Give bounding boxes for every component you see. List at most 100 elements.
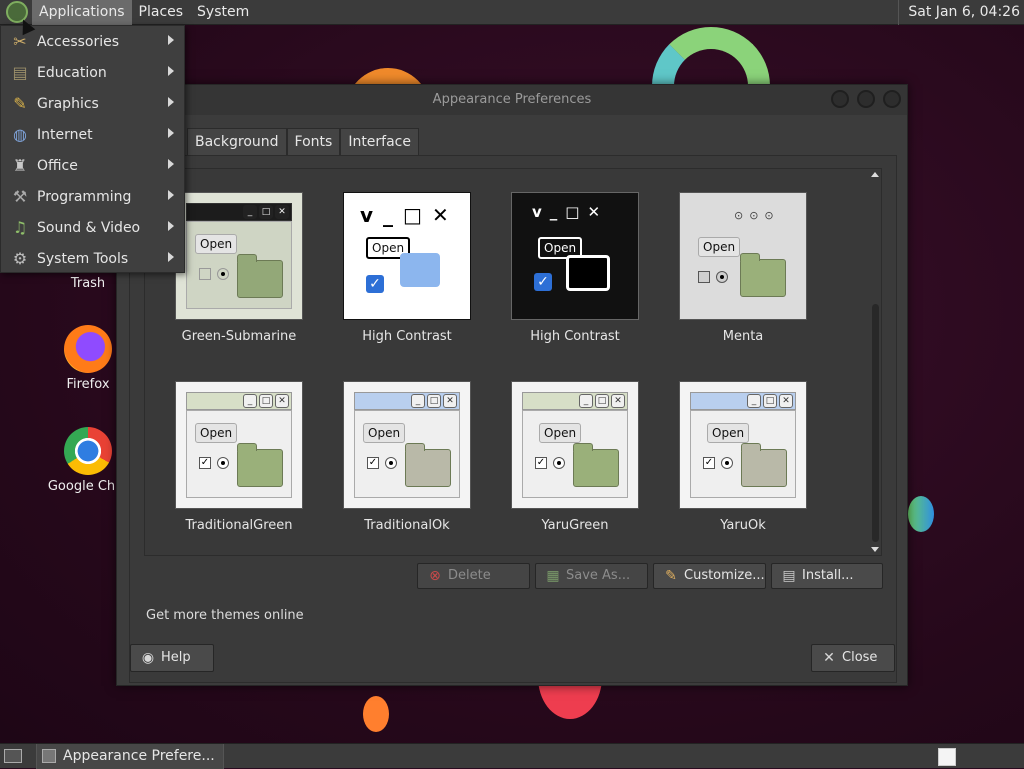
thumb-minimize-icon: _ [579,394,593,408]
minimize-button[interactable] [831,90,849,108]
thumb-radio-icon [553,457,565,469]
menu-item-label: Education [37,64,107,81]
save-as-label: Save As... [566,568,631,583]
theme-thumbnail: _ □ ✕ Open ✓ [343,381,471,509]
chrome-icon [64,427,112,475]
thumb-minimize-icon: _ [411,394,425,408]
theme-yaru-ok[interactable]: _ □ ✕ Open ✓ YaruOk [663,381,823,533]
theme-list[interactable]: _ □ ✕ Open Green-Submarine v_□✕ Open ✓ H… [144,168,882,556]
close-button[interactable]: ✕ Close [811,644,895,672]
thumb-titlebar: _ □ ✕ [186,203,292,221]
scroll-down-arrow-icon[interactable] [871,547,879,552]
taskbar-item-appearance-preferences[interactable]: Appearance Prefere... [36,744,224,769]
close-icon: ✕ [823,650,835,666]
thumb-open-button: Open [698,237,741,257]
save-as-button[interactable]: ▦ Save As... [535,563,648,589]
theme-menta[interactable]: ⊙⊙⊙ Open Menta [663,192,823,344]
thumb-checkbox-icon: ✓ [199,457,211,469]
theme-thumbnail: v_□✕ Open ✓ [511,192,639,320]
theme-high-contrast[interactable]: v_□✕ Open ✓ High Contrast [327,192,487,344]
programming-icon: ⚒ [12,187,28,206]
folder-icon [740,253,786,297]
office-icon: ♜ [12,156,28,175]
thumb-radio-icon [721,457,733,469]
thumb-radio-icon [385,457,397,469]
dialog-titlebar[interactable]: Appearance Preferences [117,85,907,115]
tab-background[interactable]: Background [187,128,287,155]
workspace-switcher[interactable] [938,748,956,766]
theme-traditional-green[interactable]: _ □ ✕ Open ✓ TraditionalGreen [159,381,319,533]
thumb-open-button: Open [363,423,406,443]
theme-name: High Contrast [530,329,620,344]
menu-item-label: Sound & Video [37,219,141,236]
window-close-button[interactable] [883,90,901,108]
help-button[interactable]: ◉ Help [130,644,214,672]
scroll-up-arrow-icon[interactable] [871,172,879,177]
clock[interactable]: Sat Jan 6, 04:26 [898,0,1024,25]
thumb-minimize-icon: _ [383,203,404,227]
tab-bar: Background Fonts Interface [187,128,419,155]
thumb-maximize-icon: □ [259,394,273,408]
thumb-open-button: Open [539,423,582,443]
theme-name: TraditionalOk [364,518,450,533]
folder-icon [237,443,283,487]
customize-label: Customize... [684,568,765,583]
theme-traditional-ok[interactable]: _ □ ✕ Open ✓ TraditionalOk [327,381,487,533]
submenu-arrow-icon [168,66,174,76]
customize-button[interactable]: ✎ Customize... [653,563,766,589]
thumb-body: Open ✓ [186,410,292,498]
thumb-radio-icon [217,268,229,280]
tab-fonts[interactable]: Fonts [286,128,341,155]
thumb-checkbox-icon: ✓ [703,457,715,469]
theme-name: Green-Submarine [181,329,297,344]
dialog-title: Appearance Preferences [432,92,592,107]
thumb-body: Open ✓ [690,410,796,498]
theme-high-contrast-inverse[interactable]: v_□✕ Open ✓ High Contrast [495,192,655,344]
menu-item-sound-video[interactable]: ♫ Sound & Video [1,212,184,243]
delete-icon: ⊗ [429,568,441,584]
wallpaper-ellipse-orange [363,696,389,732]
save-icon: ▦ [546,568,560,584]
places-menu[interactable]: Places [132,0,191,25]
submenu-arrow-icon [168,252,174,262]
system-menu[interactable]: System [190,0,256,25]
maximize-button[interactable] [857,90,875,108]
thumb-close-icon: ✕ [431,203,459,227]
theme-list-scrollbar[interactable] [869,169,881,555]
thumb-check-icon: ✓ [534,273,552,291]
theme-yaru-green[interactable]: _ □ ✕ Open ✓ YaruGreen [495,381,655,533]
submenu-arrow-icon [168,190,174,200]
thumb-minimize-icon: _ [243,205,257,219]
show-desktop-icon[interactable] [4,749,22,763]
menu-item-internet[interactable]: ◍ Internet [1,119,184,150]
appearance-preferences-dialog: Appearance Preferences Background Fonts … [116,84,908,686]
thumb-body: Open [186,221,292,309]
applications-menu[interactable]: Applications [32,0,132,25]
delete-button[interactable]: ⊗ Delete [417,563,530,589]
menu-item-programming[interactable]: ⚒ Programming [1,181,184,212]
thumb-minimize-icon: _ [243,394,257,408]
submenu-arrow-icon [168,221,174,231]
menu-item-system-tools[interactable]: ⚙ System Tools [1,243,184,274]
more-themes-link[interactable]: Get more themes online [146,608,304,623]
thumb-maximize-icon: □ [595,394,609,408]
theme-name: Menta [722,329,764,344]
thumb-checkbox-icon [698,271,710,283]
menu-item-office[interactable]: ♜ Office [1,150,184,181]
internet-icon: ◍ [13,125,27,144]
theme-thumbnail: ⊙⊙⊙ Open [679,192,807,320]
menu-item-label: Office [37,157,78,174]
tab-interface[interactable]: Interface [340,128,419,155]
thumb-maximize-icon: □ [403,203,432,227]
thumb-radio-icon [716,271,728,283]
graphics-icon: ✎ [13,94,27,113]
menu-item-education[interactable]: ▤ Education [1,57,184,88]
delete-label: Delete [448,568,491,583]
menu-item-graphics[interactable]: ✎ Graphics [1,88,184,119]
install-button[interactable]: ▤ Install... [771,563,883,589]
theme-thumbnail: _ □ ✕ Open [175,192,303,320]
thumb-check-icon: ✓ [366,275,384,293]
scrollbar-thumb[interactable] [872,304,879,542]
thumb-close-icon: ✕ [443,394,457,408]
menu-item-label: Graphics [37,95,99,112]
